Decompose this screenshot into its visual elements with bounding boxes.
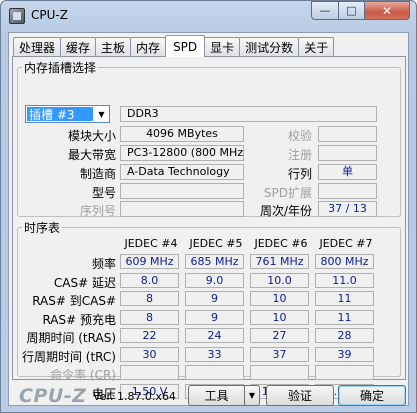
timing-cell [185,365,244,380]
timing-row-label: RAS# 到CAS# [32,294,116,308]
tab-about[interactable]: 关于 [298,37,335,57]
manufacturer-field: A-Data Technology [120,164,244,180]
timing-cell: 609 MHz [120,254,179,269]
timing-cell: 9.0 [185,273,244,288]
timing-row-label: 周期时间 (tRAS) [26,331,116,345]
serial-label: 序列号 [79,204,116,218]
timing-cell: 11.0 [315,273,374,288]
timing-cell: 27 [250,328,309,343]
timing-cell: 800 MHz [315,254,374,269]
timing-cell: 9 [185,310,244,325]
timing-cell: 11 [315,310,374,325]
tools-button-label[interactable]: 工具 [188,385,245,406]
timing-row-label: 行周期时间 (tRC) [21,350,116,364]
timing-row-label: RAS# 预充电 [42,313,116,327]
timing-row-label: 命令率 (CR) [50,368,116,382]
tab-spd[interactable]: SPD [165,35,206,57]
correction-label: 校验 [287,129,312,143]
timing-cell: 37 [250,347,309,362]
manufacturer-label: 制造商 [79,167,116,181]
spd-ext-label: SPD扩展 [263,186,312,200]
tab-cpu[interactable]: 处理器 [13,37,62,57]
timing-row-label: 频率 [91,257,116,271]
module-size-label: 模块大小 [67,129,116,143]
week-year-field: 37 / 13 [318,201,377,217]
timing-cell [250,365,309,380]
close-icon: ✕ [381,3,393,18]
tab-bench[interactable]: 测试分数 [239,37,300,57]
timing-cell: 11 [315,291,374,306]
minimize-icon: — [319,4,331,17]
cpuz-window: CPU-Z — □ ✕ 处理器 缓存 主板 内存 SPD 显卡 测试分数 关于 … [0,0,417,413]
spd-page: 内存插槽选择 插槽 #3 ▼ DDR3 模块大小 4096 MBytes 校验 … [12,56,406,401]
timing-cell: 33 [185,347,244,362]
max-bandwidth-label: 最大带宽 [67,148,116,162]
tab-mainboard[interactable]: 主板 [95,37,132,57]
tab-memory[interactable]: 内存 [130,37,167,57]
slot-select-value: 插槽 #3 [27,107,93,122]
max-bandwidth-field: PC3-12800 (800 MHz) [120,145,244,161]
timing-cell [120,365,179,380]
timing-column-header: JEDEC #4 [124,237,178,250]
tab-bar: 处理器 缓存 主板 内存 SPD 显卡 测试分数 关于 [13,35,335,57]
title-bar[interactable]: CPU-Z — □ ✕ [1,1,416,31]
timing-cell: 9 [185,291,244,306]
ranks-label: 行列 [287,167,312,181]
part-number-field [120,183,244,199]
timing-cell: 761 MHz [250,254,309,269]
timing-row-label: CAS# 延迟 [53,276,116,290]
timing-cell: 685 MHz [185,254,244,269]
correction-field [318,126,377,142]
timing-cell: 39 [315,347,374,362]
spd-ext-field [318,183,377,199]
ok-button[interactable]: 确定 [338,385,406,406]
ranks-field: 单 [318,164,377,180]
slot-select[interactable]: 插槽 #3 ▼ [25,105,110,123]
module-size-field: 4096 MBytes [120,126,244,142]
part-number-label: 型号 [91,186,116,200]
minimize-button[interactable]: — [311,1,338,20]
registered-field [318,145,377,161]
window-title: CPU-Z [31,8,68,22]
maximize-icon: □ [346,4,357,17]
slot-section-legend: 内存插槽选择 [24,61,97,75]
tab-caches[interactable]: 缓存 [60,37,97,57]
caption-buttons: — □ ✕ [311,1,410,20]
timings-section-legend: 时序表 [24,221,61,235]
timing-cell: 30 [120,347,179,362]
timing-cell: 10 [250,291,309,306]
timing-column-header: JEDEC #5 [189,237,243,250]
timing-cell: 28 [315,328,374,343]
tools-button[interactable]: 工具 ▼ [188,385,260,406]
registered-label: 注册 [287,148,312,162]
close-button[interactable]: ✕ [364,1,410,20]
timing-cell [315,365,374,380]
validate-button[interactable]: 验证 [266,385,334,406]
timing-cell: 8.0 [120,273,179,288]
client-area: 处理器 缓存 主板 内存 SPD 显卡 测试分数 关于 内存插槽选择 插槽 #3… [8,32,409,407]
memory-type-field: DDR3 [120,106,377,122]
timing-cell: 10.0 [250,273,309,288]
timing-cell: 22 [120,328,179,343]
maximize-button[interactable]: □ [338,1,364,20]
serial-field [120,201,244,217]
timing-cell: 8 [120,291,179,306]
timing-cell: 8 [120,310,179,325]
week-year-label: 周次/年份 [259,204,312,218]
timing-cell: 24 [185,328,244,343]
timing-column-header: JEDEC #6 [254,237,308,250]
timing-cell: 10 [250,310,309,325]
chevron-down-icon: ▼ [98,109,105,119]
tab-graphics[interactable]: 显卡 [204,37,241,57]
tools-dropdown-icon[interactable]: ▼ [245,385,260,406]
version-label: Ver. 1.87.0.x64 [93,390,176,403]
timing-column-header: JEDEC #7 [319,237,373,250]
cpuz-app-icon [9,8,25,24]
cpuz-logo: CPU-Z [19,385,87,407]
